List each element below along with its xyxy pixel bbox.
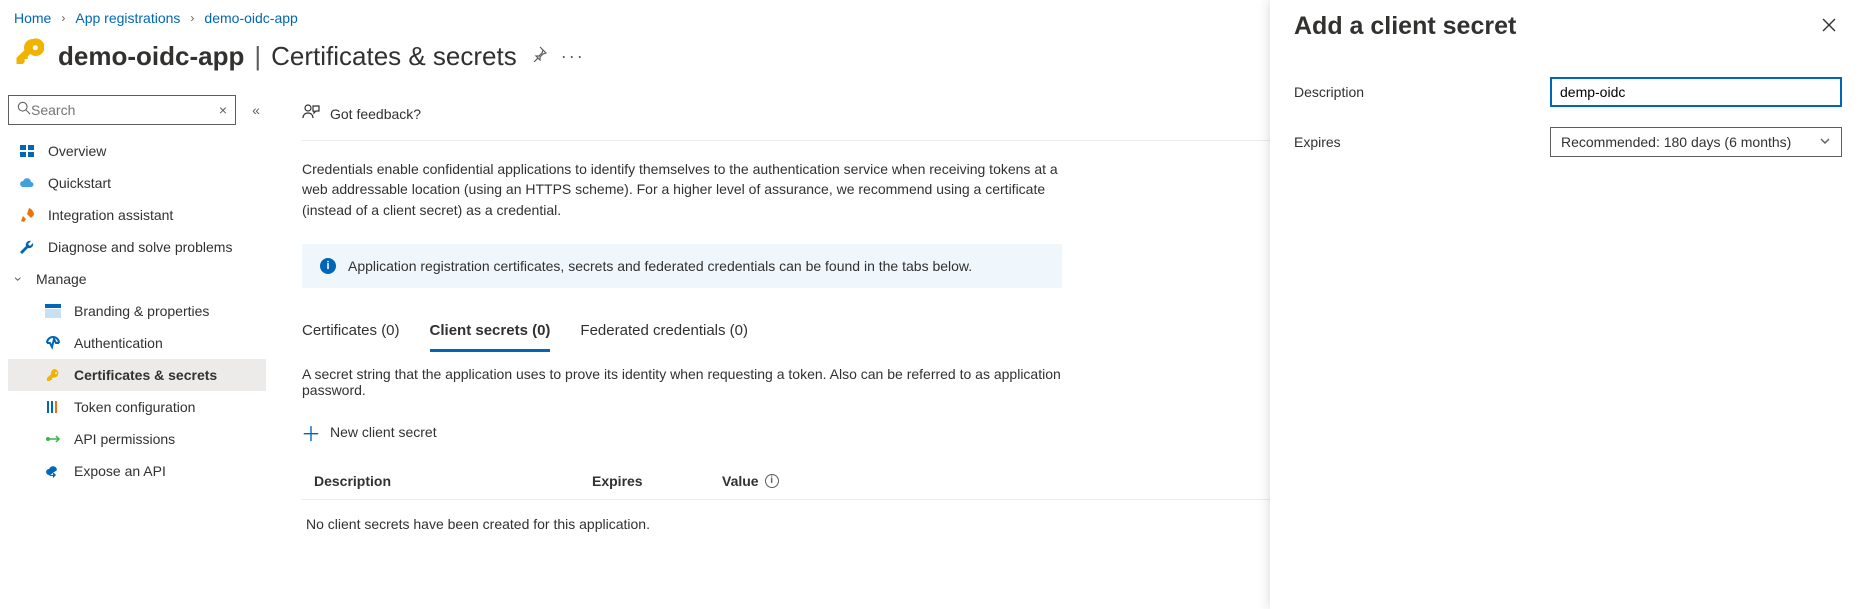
search-input[interactable] <box>31 102 217 118</box>
nav-label: Overview <box>48 143 106 159</box>
branding-icon <box>44 302 62 320</box>
nav-label: Diagnose and solve problems <box>48 239 232 255</box>
tab-federated-credentials[interactable]: Federated credentials (0) <box>580 316 748 352</box>
nav-branding[interactable]: Branding & properties <box>8 295 266 327</box>
breadcrumb-link-home[interactable]: Home <box>14 10 51 26</box>
info-hint-icon[interactable]: i <box>765 474 779 488</box>
col-value: Value i <box>722 473 922 489</box>
breadcrumb-link-app-registrations[interactable]: App registrations <box>75 10 180 26</box>
nav-token-configuration[interactable]: Token configuration <box>8 391 266 423</box>
search-icon <box>17 101 31 120</box>
wrench-icon <box>18 238 36 256</box>
col-expires: Expires <box>592 473 722 489</box>
col-description: Description <box>302 473 592 489</box>
nav-label: Certificates & secrets <box>74 367 217 383</box>
plus-icon: ＋ <box>302 418 320 447</box>
clear-search-icon[interactable]: × <box>217 102 229 118</box>
expires-label: Expires <box>1294 134 1550 150</box>
cloud-icon <box>18 174 36 192</box>
feedback-label: Got feedback? <box>330 106 421 122</box>
chevron-down-icon: › <box>11 272 27 286</box>
rocket-icon <box>18 206 36 224</box>
nav-label: Authentication <box>74 335 163 351</box>
page-title-divider: | <box>250 41 265 72</box>
col-value-label: Value <box>722 473 759 489</box>
nav-quickstart[interactable]: Quickstart <box>8 167 266 199</box>
panel-title: Add a client secret <box>1294 12 1516 41</box>
nav-api-permissions[interactable]: API permissions <box>8 423 266 455</box>
new-client-secret-button[interactable]: ＋ New client secret <box>302 418 437 447</box>
nav-label: Branding & properties <box>74 303 209 319</box>
tab-client-secrets[interactable]: Client secrets (0) <box>430 316 551 352</box>
close-panel-button[interactable] <box>1816 12 1842 41</box>
nav-certificates-secrets[interactable]: Certificates & secrets <box>8 359 266 391</box>
auth-icon <box>44 334 62 352</box>
new-client-secret-label: New client secret <box>330 424 437 440</box>
add-secret-panel: Add a client secret Description Expires … <box>1270 0 1866 609</box>
nav-label: Expose an API <box>74 463 166 479</box>
breadcrumb-separator: › <box>61 11 65 25</box>
feedback-icon <box>302 103 320 124</box>
key-small-icon <box>44 366 62 384</box>
nav-expose-api[interactable]: Expose an API <box>8 455 266 487</box>
nav-label: Integration assistant <box>48 207 173 223</box>
got-feedback-button[interactable]: Got feedback? <box>302 103 421 124</box>
panel-form: Description Expires Recommended: 180 day… <box>1294 77 1842 157</box>
nav-label: API permissions <box>74 431 175 447</box>
nav-authentication[interactable]: Authentication <box>8 327 266 359</box>
token-icon <box>44 398 62 416</box>
nav-overview[interactable]: Overview <box>8 135 266 167</box>
expose-api-icon <box>44 462 62 480</box>
breadcrumb-separator: › <box>190 11 194 25</box>
sidebar-search[interactable]: × <box>8 95 236 125</box>
more-actions-button[interactable]: ··· <box>561 46 585 67</box>
nav-label: Quickstart <box>48 175 111 191</box>
nav-group-manage[interactable]: › Manage <box>8 263 266 295</box>
permissions-icon <box>44 430 62 448</box>
info-banner: i Application registration certificates,… <box>302 244 1062 288</box>
nav-diagnose[interactable]: Diagnose and solve problems <box>8 231 266 263</box>
breadcrumb-link-current[interactable]: demo-oidc-app <box>204 10 297 26</box>
overview-icon <box>18 142 36 160</box>
info-icon: i <box>320 258 336 274</box>
description-input[interactable] <box>1550 77 1842 107</box>
chevron-down-icon <box>1819 134 1831 150</box>
page-title-app: demo-oidc-app <box>58 41 244 72</box>
description-label: Description <box>1294 84 1550 100</box>
page-title-section: Certificates & secrets <box>271 41 517 72</box>
key-icon <box>14 36 44 77</box>
expires-select[interactable]: Recommended: 180 days (6 months) <box>1550 127 1842 157</box>
expires-select-value: Recommended: 180 days (6 months) <box>1561 134 1791 150</box>
page-title: demo-oidc-app | Certificates & secrets <box>58 41 517 72</box>
intro-text: Credentials enable confidential applicat… <box>302 141 1082 220</box>
info-banner-text: Application registration certificates, s… <box>348 258 972 274</box>
collapse-sidebar-button[interactable]: « <box>246 102 266 118</box>
tab-certificates[interactable]: Certificates (0) <box>302 316 400 352</box>
nav-group-label: Manage <box>36 271 87 287</box>
sidebar: × « Overview Quickstart Integration assi… <box>0 89 272 532</box>
pin-button[interactable] <box>531 46 547 67</box>
tab-description: A secret string that the application use… <box>302 366 1062 398</box>
nav-integration-assistant[interactable]: Integration assistant <box>8 199 266 231</box>
nav-label: Token configuration <box>74 399 195 415</box>
